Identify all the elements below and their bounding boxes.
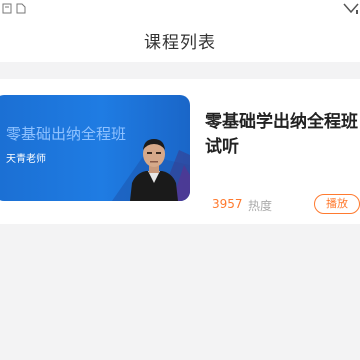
- thumbnail-title: 零基础出纳全程班: [6, 125, 127, 143]
- heat-count: 3957: [212, 197, 243, 211]
- course-thumbnail[interactable]: 零基础出纳全程班 天青老师: [0, 95, 190, 201]
- battery-icon: [343, 0, 359, 14]
- signal-icon: [2, 0, 14, 14]
- page-header: 课程列表: [0, 22, 360, 62]
- page-title: 课程列表: [144, 33, 216, 53]
- sim-icon: [15, 0, 27, 14]
- status-bar: [0, 0, 360, 22]
- course-card[interactable]: 零基础出纳全程班 天青老师 零基础学出纳全程班 试听 3957 热度 播放: [0, 79, 360, 224]
- play-button[interactable]: 播放: [314, 194, 360, 214]
- course-name-line2[interactable]: 试听: [205, 135, 239, 160]
- thumbnail-teacher: 天青老师: [6, 154, 46, 165]
- course-list: 零基础出纳全程班 天青老师 零基础学出纳全程班 试听 3957 热度 播放: [0, 62, 360, 360]
- heat-label: 热度: [248, 199, 273, 213]
- course-name[interactable]: 零基础学出纳全程班: [205, 110, 360, 135]
- instructor-photo: [130, 139, 178, 201]
